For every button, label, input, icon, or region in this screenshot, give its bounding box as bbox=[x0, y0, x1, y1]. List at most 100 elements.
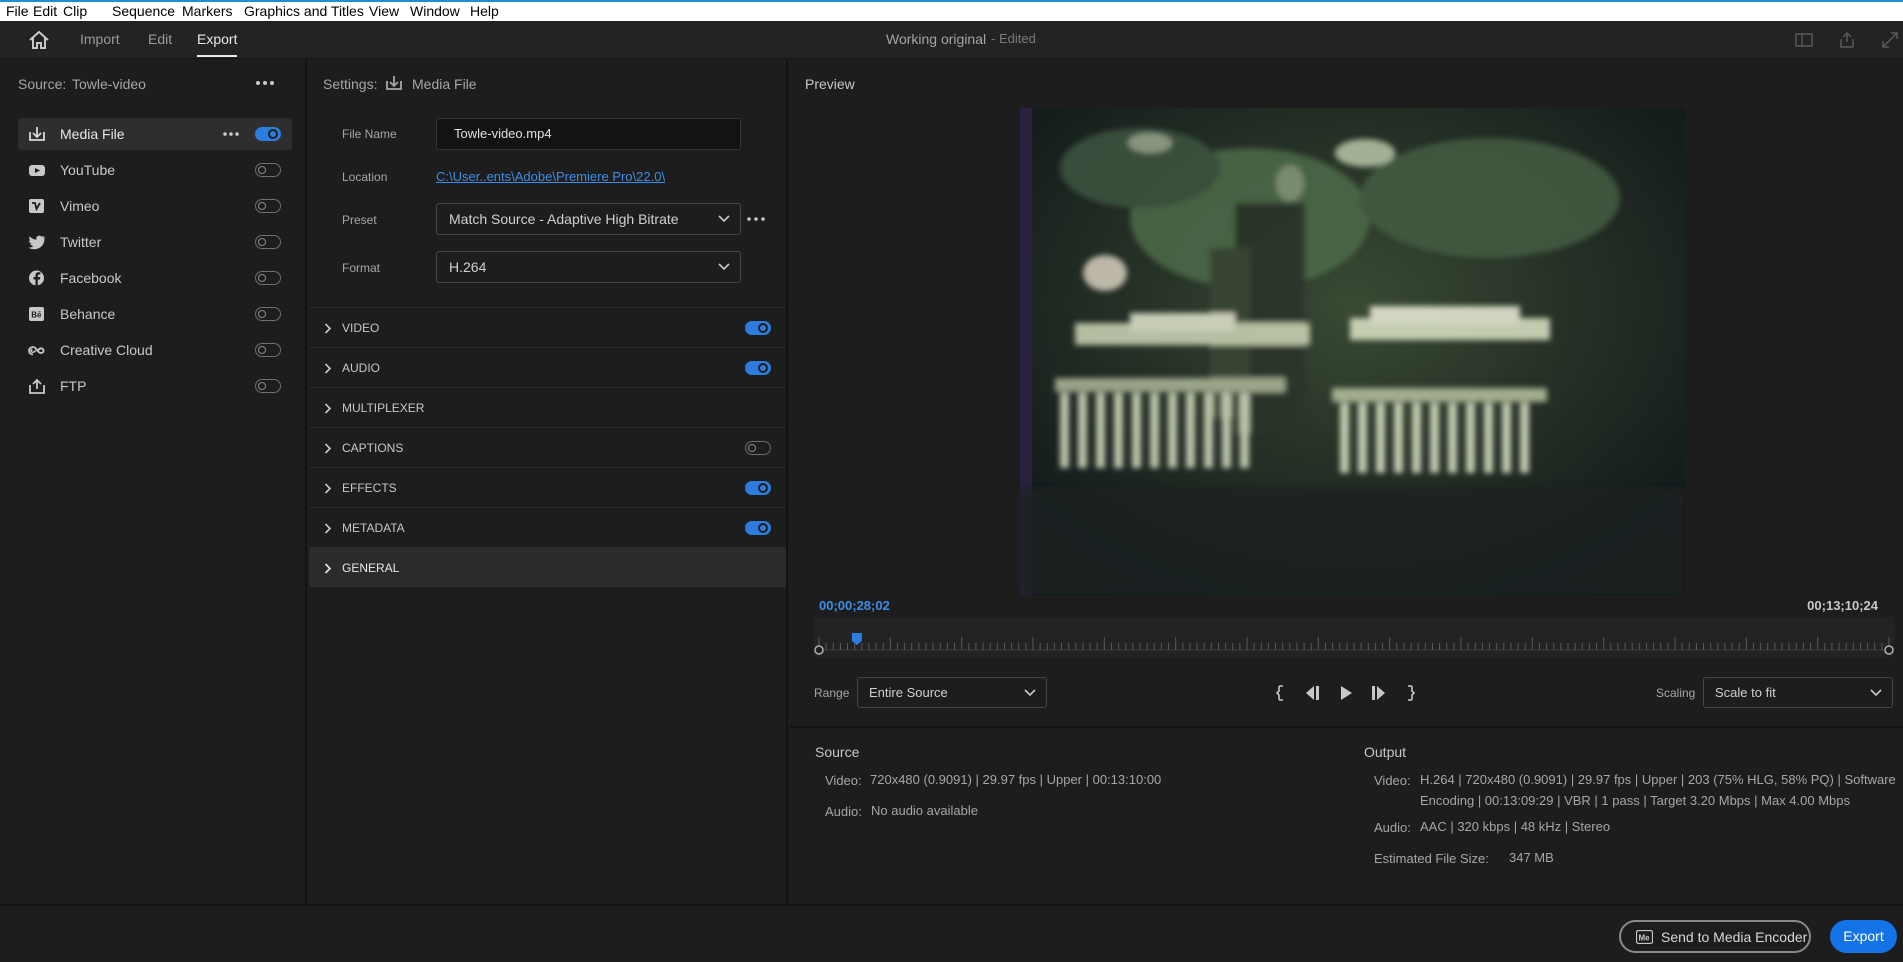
menu-clip[interactable]: Clip bbox=[63, 3, 87, 19]
destination-label: Behance bbox=[60, 306, 116, 322]
range-value: Entire Source bbox=[869, 685, 948, 700]
format-dropdown[interactable]: H.264 bbox=[436, 251, 741, 283]
source-label: Source: bbox=[18, 76, 67, 92]
tab-import[interactable]: Import bbox=[80, 31, 120, 47]
creative-cloud-toggle[interactable] bbox=[255, 343, 281, 357]
menu-edit[interactable]: Edit bbox=[33, 3, 57, 19]
ftp-toggle[interactable] bbox=[255, 379, 281, 393]
vimeo-toggle[interactable] bbox=[255, 199, 281, 213]
chevron-right-icon bbox=[324, 483, 332, 494]
destination-creative-cloud[interactable]: Creative Cloud bbox=[18, 334, 292, 366]
menu-file[interactable]: File bbox=[6, 3, 29, 19]
mark-in-icon[interactable] bbox=[1271, 683, 1291, 703]
location-link[interactable]: C:\User..ents\Adobe\Premiere Pro\22.0\ bbox=[436, 169, 665, 184]
twitter-toggle[interactable] bbox=[255, 235, 281, 249]
timeline-ruler[interactable] bbox=[814, 617, 1894, 657]
play-icon[interactable] bbox=[1336, 683, 1356, 703]
video-frame-image bbox=[1020, 108, 1685, 596]
tab-export[interactable]: Export bbox=[197, 31, 238, 57]
chevron-right-icon bbox=[324, 563, 332, 574]
menu-help[interactable]: Help bbox=[470, 3, 499, 19]
destination-youtube[interactable]: YouTube bbox=[18, 154, 292, 186]
section-captions[interactable]: CAPTIONS bbox=[309, 427, 786, 467]
destination-label: Twitter bbox=[60, 234, 102, 250]
section-general[interactable]: GENERAL bbox=[309, 547, 786, 587]
playhead[interactable] bbox=[851, 633, 862, 645]
step-forward-icon[interactable] bbox=[1368, 683, 1388, 703]
file-size-label: Estimated File Size: bbox=[1374, 851, 1489, 866]
chevron-right-icon bbox=[324, 323, 332, 334]
more-options-icon[interactable] bbox=[222, 127, 240, 141]
more-options-icon[interactable] bbox=[254, 76, 276, 90]
destination-media-file[interactable]: Media File bbox=[18, 118, 292, 150]
mark-out-icon[interactable] bbox=[1400, 683, 1420, 703]
behance-icon: Bē bbox=[28, 306, 46, 322]
menu-markers[interactable]: Markers bbox=[182, 3, 233, 19]
chevron-right-icon bbox=[324, 443, 332, 454]
export-button[interactable]: Export bbox=[1830, 920, 1897, 953]
destination-twitter[interactable]: Twitter bbox=[18, 226, 292, 258]
home-icon[interactable] bbox=[28, 30, 50, 50]
file-name-field[interactable]: Towle-video.mp4 bbox=[436, 118, 741, 150]
creative-cloud-icon bbox=[28, 342, 46, 358]
destination-ftp[interactable]: FTP bbox=[18, 370, 292, 402]
destination-vimeo[interactable]: Vimeo bbox=[18, 190, 292, 222]
more-options-icon[interactable] bbox=[746, 213, 766, 225]
preview-panel: Preview 00;00;28;02 00;13;10;24 Range En… bbox=[790, 60, 1903, 904]
step-back-icon[interactable] bbox=[1303, 683, 1323, 703]
section-audio[interactable]: AUDIO bbox=[309, 347, 786, 387]
chevron-right-icon bbox=[324, 403, 332, 414]
menu-graphics-and-titles[interactable]: Graphics and Titles bbox=[244, 3, 364, 19]
destination-behance[interactable]: Bē Behance bbox=[18, 298, 292, 330]
tab-edit[interactable]: Edit bbox=[148, 31, 172, 47]
destination-label: Facebook bbox=[60, 270, 122, 286]
effects-toggle[interactable] bbox=[745, 481, 771, 495]
panel-icon[interactable] bbox=[1794, 30, 1814, 50]
source-audio-value: No audio available bbox=[871, 803, 978, 818]
media-file-toggle[interactable] bbox=[255, 127, 281, 141]
scaling-dropdown[interactable]: Scale to fit bbox=[1703, 677, 1893, 708]
menu-window[interactable]: Window bbox=[410, 3, 460, 19]
share-icon[interactable] bbox=[1837, 30, 1857, 50]
duration-timecode: 00;13;10;24 bbox=[1807, 598, 1878, 613]
destination-facebook[interactable]: Facebook bbox=[18, 262, 292, 294]
range-dropdown[interactable]: Entire Source bbox=[857, 677, 1047, 708]
menu-view[interactable]: View bbox=[369, 3, 399, 19]
format-label: Format bbox=[342, 261, 381, 275]
timeline-in-point[interactable] bbox=[814, 645, 824, 655]
chevron-down-icon bbox=[1024, 689, 1036, 697]
scaling-label: Scaling bbox=[1656, 686, 1696, 700]
audio-toggle[interactable] bbox=[745, 361, 771, 375]
video-toggle[interactable] bbox=[745, 321, 771, 335]
destination-label: Media File bbox=[60, 126, 125, 142]
chevron-right-icon bbox=[324, 363, 332, 374]
fullscreen-icon[interactable] bbox=[1880, 30, 1900, 50]
section-metadata[interactable]: METADATA bbox=[309, 507, 786, 547]
send-to-media-encoder-button[interactable]: Me Send to Media Encoder bbox=[1619, 920, 1811, 953]
facebook-toggle[interactable] bbox=[255, 271, 281, 285]
menu-sequence[interactable]: Sequence bbox=[112, 3, 175, 19]
output-audio-label: Audio: bbox=[1374, 820, 1411, 835]
source-name: Towle-video bbox=[72, 76, 146, 92]
section-video[interactable]: VIDEO bbox=[309, 307, 786, 347]
section-effects[interactable]: EFFECTS bbox=[309, 467, 786, 507]
workspace-bar: Import Edit Export Working original - Ed… bbox=[0, 21, 1903, 59]
svg-text:Bē: Bē bbox=[31, 311, 42, 320]
source-info-heading: Source bbox=[815, 744, 860, 760]
output-video-line1: H.264 | 720x480 (0.9091) | 29.97 fps | U… bbox=[1420, 772, 1896, 787]
behance-toggle[interactable] bbox=[255, 307, 281, 321]
footer-bar: Me Send to Media Encoder Export bbox=[0, 904, 1903, 962]
download-icon bbox=[28, 126, 46, 142]
info-summary: Source Video: 720x480 (0.9091) | 29.97 f… bbox=[790, 726, 1903, 904]
timeline-scrubber[interactable] bbox=[814, 617, 1894, 657]
captions-toggle[interactable] bbox=[745, 441, 771, 455]
metadata-toggle[interactable] bbox=[745, 521, 771, 535]
youtube-toggle[interactable] bbox=[255, 163, 281, 177]
preset-label: Preset bbox=[342, 213, 377, 227]
file-size-value: 347 MB bbox=[1509, 850, 1554, 865]
timeline-out-point[interactable] bbox=[1884, 645, 1894, 655]
section-multiplexer[interactable]: MULTIPLEXER bbox=[309, 387, 786, 427]
project-status: - Edited bbox=[991, 31, 1036, 46]
preset-dropdown[interactable]: Match Source - Adaptive High Bitrate bbox=[436, 203, 741, 235]
destinations-panel: Source: Towle-video Media File YouTube V… bbox=[0, 60, 307, 904]
